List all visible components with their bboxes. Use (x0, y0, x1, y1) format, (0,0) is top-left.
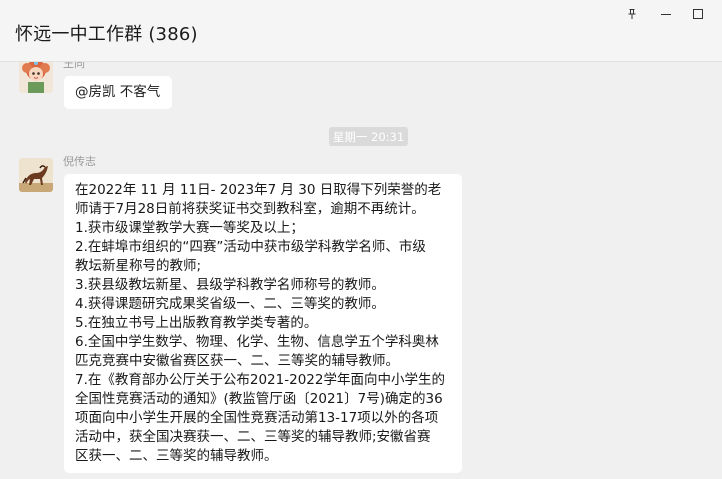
horse-avatar[interactable] (19, 158, 53, 192)
minimize-icon[interactable] (654, 5, 678, 23)
chat-message-area[interactable]: 王同 @房凯 不客气 星期一 20:31 倪传志 在2022年 11 月 11日… (0, 62, 722, 479)
message-bubble[interactable]: @房凯 不客气 (64, 76, 172, 109)
pin-icon[interactable] (620, 5, 644, 23)
message-text: @房凯 不客气 (75, 84, 161, 100)
maximize-icon[interactable] (686, 5, 710, 23)
message-bubble[interactable]: 在2022年 11 月 11日- 2023年7 月 30 日取得下列荣誉的老 师… (64, 174, 462, 473)
chat-title: 怀远一中工作群 (386) (15, 24, 198, 45)
sender-name: 倪传志 (63, 155, 96, 168)
title-bar: 怀远一中工作群 (386) (0, 0, 722, 62)
time-divider: 星期一 20:31 (329, 127, 408, 146)
sender-name: 王同 (63, 62, 85, 70)
message-text: 在2022年 11 月 11日- 2023年7 月 30 日取得下列荣誉的老 师… (75, 182, 445, 464)
cartoon-girl-avatar[interactable] (19, 62, 53, 93)
